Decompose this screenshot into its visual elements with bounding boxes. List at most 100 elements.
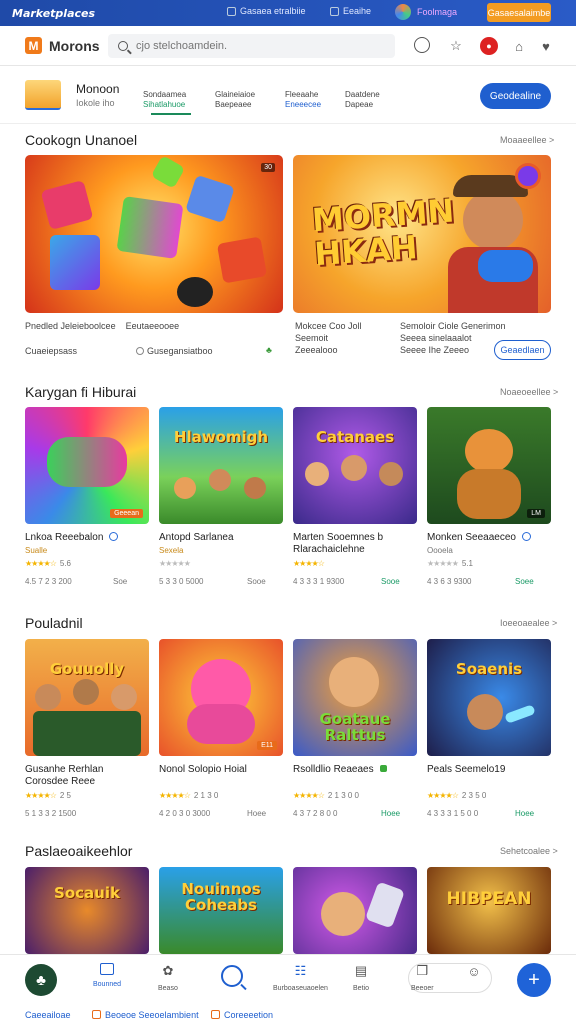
profile-tab-2[interactable]: Glaineiaioe Baepeaee (215, 90, 255, 110)
section-more-trending[interactable]: Noaeoeellee > (500, 387, 558, 397)
game-card[interactable]: HIBPEAN (427, 867, 551, 954)
top-cta-button[interactable]: Gasaesalaimbe (487, 3, 551, 22)
dice-shape (40, 179, 94, 231)
footer-link-1[interactable]: Caeeailoae (25, 1010, 71, 1020)
game-meta: 4 3 6 3 9300 (427, 577, 472, 586)
record-icon[interactable]: ● (480, 37, 498, 55)
game-thumbnail (293, 867, 417, 954)
nav-label: Beaso (158, 985, 178, 992)
add-button[interactable]: + (517, 963, 551, 997)
banner-2-meta2: Seeee Ihe Zeeeo (400, 345, 470, 355)
orb-shape (515, 163, 541, 189)
install-button[interactable]: Geaedlaen (494, 340, 551, 360)
brand-logo-icon[interactable]: M (25, 37, 42, 54)
tab-2-bottom: Baepeaee (215, 100, 252, 109)
nav-search-icon[interactable] (221, 965, 243, 987)
game-card[interactable]: Hlawomigh Antopd Sarlanea Sexela ★★★★★ 5… (159, 407, 283, 586)
game-thumbnail: Goataue Ralttus (293, 639, 417, 756)
game-tag: E11 (257, 741, 277, 750)
game-rating: ★★★★☆ (293, 559, 325, 568)
character-face (463, 190, 523, 250)
clock-icon (136, 347, 144, 355)
game-card[interactable]: Gouuolly Gusanhe Rerhlan Corosdee Reee ★★… (25, 639, 149, 818)
game-card[interactable]: Socauik (25, 867, 149, 954)
game-card[interactable]: LM Monken Seeaaeceo Oooela ★★★★★ 5.1 4 3 … (427, 407, 551, 586)
thumbnail-title: Gouuolly (49, 660, 125, 678)
game-card[interactable]: Geeean Lnkoa Reeebalon Sualle ★★★★☆ 5.6 4… (25, 407, 149, 586)
rating-value: 5.1 (461, 559, 473, 568)
bookmark-icon[interactable]: ☆ (447, 37, 465, 55)
game-name: Lnkoa Reeebalon (25, 532, 149, 544)
section-more-recommended[interactable]: Sehetcoalee > (500, 846, 558, 856)
follow-button[interactable]: Geodealine (480, 83, 551, 109)
nav-label: Betio (353, 985, 369, 992)
thumbnail-title: Socauik (54, 884, 120, 902)
nav-item-reader[interactable]: ❒ Beeoer (411, 963, 434, 992)
profile-tab-4[interactable]: Daatdene Dapeae (345, 90, 380, 110)
bottom-nav: ♣ Bounned ✿ Beaso ☷ Burboaseuaoelen ▤ Betio… (0, 954, 576, 1002)
thumbnail-title: Hlawomigh (173, 428, 269, 446)
thumbnail-title: Nouinnos Coheabs (181, 880, 261, 914)
banner-2-cap1: Mokcee Coo Joll (295, 321, 362, 331)
section-more-popular[interactable]: Ioeeoaealee > (500, 618, 557, 628)
controller-shape (478, 250, 533, 282)
nav-item-browse[interactable]: Bounned (93, 963, 121, 988)
game-meta: 4 2 0 3 0 3000 (159, 809, 211, 818)
game-category: Oooela (427, 546, 453, 555)
search-box[interactable] (108, 34, 395, 58)
footer-link-2[interactable]: Beoeoe Seeoelambient (92, 1009, 199, 1020)
featured-banner-2[interactable]: MORMN HKAH (293, 155, 551, 313)
leaf-icon: ♣ (266, 345, 272, 355)
grid-icon (330, 6, 339, 16)
top-link-2[interactable]: Eeaihe (330, 6, 371, 16)
footer-link-3-label: Coreeeetion (224, 1009, 274, 1020)
footer-link-2-label: Beoeoe Seeoelambient (105, 1009, 199, 1020)
search-icon (118, 41, 128, 51)
game-downloads: Hoee (381, 809, 401, 818)
chat-icon: ☺ (467, 963, 481, 979)
nav-item-games[interactable]: ✿ Beaso (158, 963, 178, 992)
game-card[interactable]: Catanaes Marten Sooemnes b Rlarachaiclehn… (293, 407, 417, 586)
featured-banner-1[interactable]: 30 (25, 155, 283, 313)
game-rating: ★★★★★ (159, 559, 191, 568)
game-meta: 4 3 3 3 1 5 0 0 (427, 809, 479, 818)
footer-link-3[interactable]: Coreeeetion (211, 1009, 274, 1020)
profile-tab-1[interactable]: Sondaamea Sihatlahuoe (143, 90, 192, 115)
game-rating: ★★★★☆ 5.6 (25, 559, 71, 568)
controller-block (116, 196, 184, 259)
home-button[interactable]: ♣ (25, 964, 57, 996)
top-user[interactable]: Foolmaga (395, 4, 457, 20)
game-downloads: Sooe (381, 577, 400, 586)
tab-4-bottom: Dapeae (345, 100, 374, 109)
game-thumbnail: E11 (159, 639, 283, 756)
game-tag: Geeean (110, 509, 143, 518)
game-card[interactable]: Goataue Ralttus Rsolldlio Reaeaes ★★★★☆ 2… (293, 639, 417, 818)
book-icon: ❒ (416, 963, 429, 978)
footer: Caeeailoae Beoeoe Seeoelambient Coreeeet… (0, 1005, 576, 1024)
game-card[interactable]: Soaenis Peals Seemelo19 ★★★★☆ 2 3 5 0 4 3… (427, 639, 551, 818)
thumbnail-title: Soaenis (455, 660, 523, 678)
profile-image[interactable] (25, 80, 61, 110)
green-badge-icon (379, 765, 387, 772)
game-name: Gusanhe Rerhlan Corosdee Reee (25, 764, 149, 788)
game-card[interactable]: E11 Nonol Solopio Hoial ★★★★☆ 2 1 3 0 4 2… (159, 639, 283, 818)
banner-2-caption: Mokcee Coo Joll Seemoit Zeeealooo (295, 320, 362, 356)
circle-icon[interactable] (414, 37, 430, 53)
top-link-1[interactable]: Gasaea etralbiie (227, 6, 306, 16)
nav-item-categories[interactable]: ☷ Burboaseuaoelen (273, 963, 328, 992)
character-head (341, 455, 367, 481)
profile-tab-3[interactable]: Fleeaahe Eneeecee (285, 90, 321, 110)
notification-icon[interactable]: ♥ (537, 37, 555, 55)
home-icon[interactable]: ⌂ (510, 37, 528, 55)
marketplace-logo[interactable]: Marketplaces (12, 7, 95, 20)
avatar (395, 4, 411, 20)
brand-name[interactable]: Morons (49, 38, 100, 54)
search-input[interactable] (136, 40, 376, 52)
nav-item-library[interactable]: ▤ Betio (353, 963, 369, 992)
game-card[interactable]: Nouinnos Coheabs (159, 867, 283, 954)
controller-icon: ✿ (162, 963, 174, 978)
section-more-featured[interactable]: Moaaeellee > (500, 135, 554, 145)
nav-item-chat[interactable]: ☺ (466, 963, 482, 985)
game-card[interactable] (293, 867, 417, 954)
game-thumbnail: Geeean (25, 407, 149, 524)
